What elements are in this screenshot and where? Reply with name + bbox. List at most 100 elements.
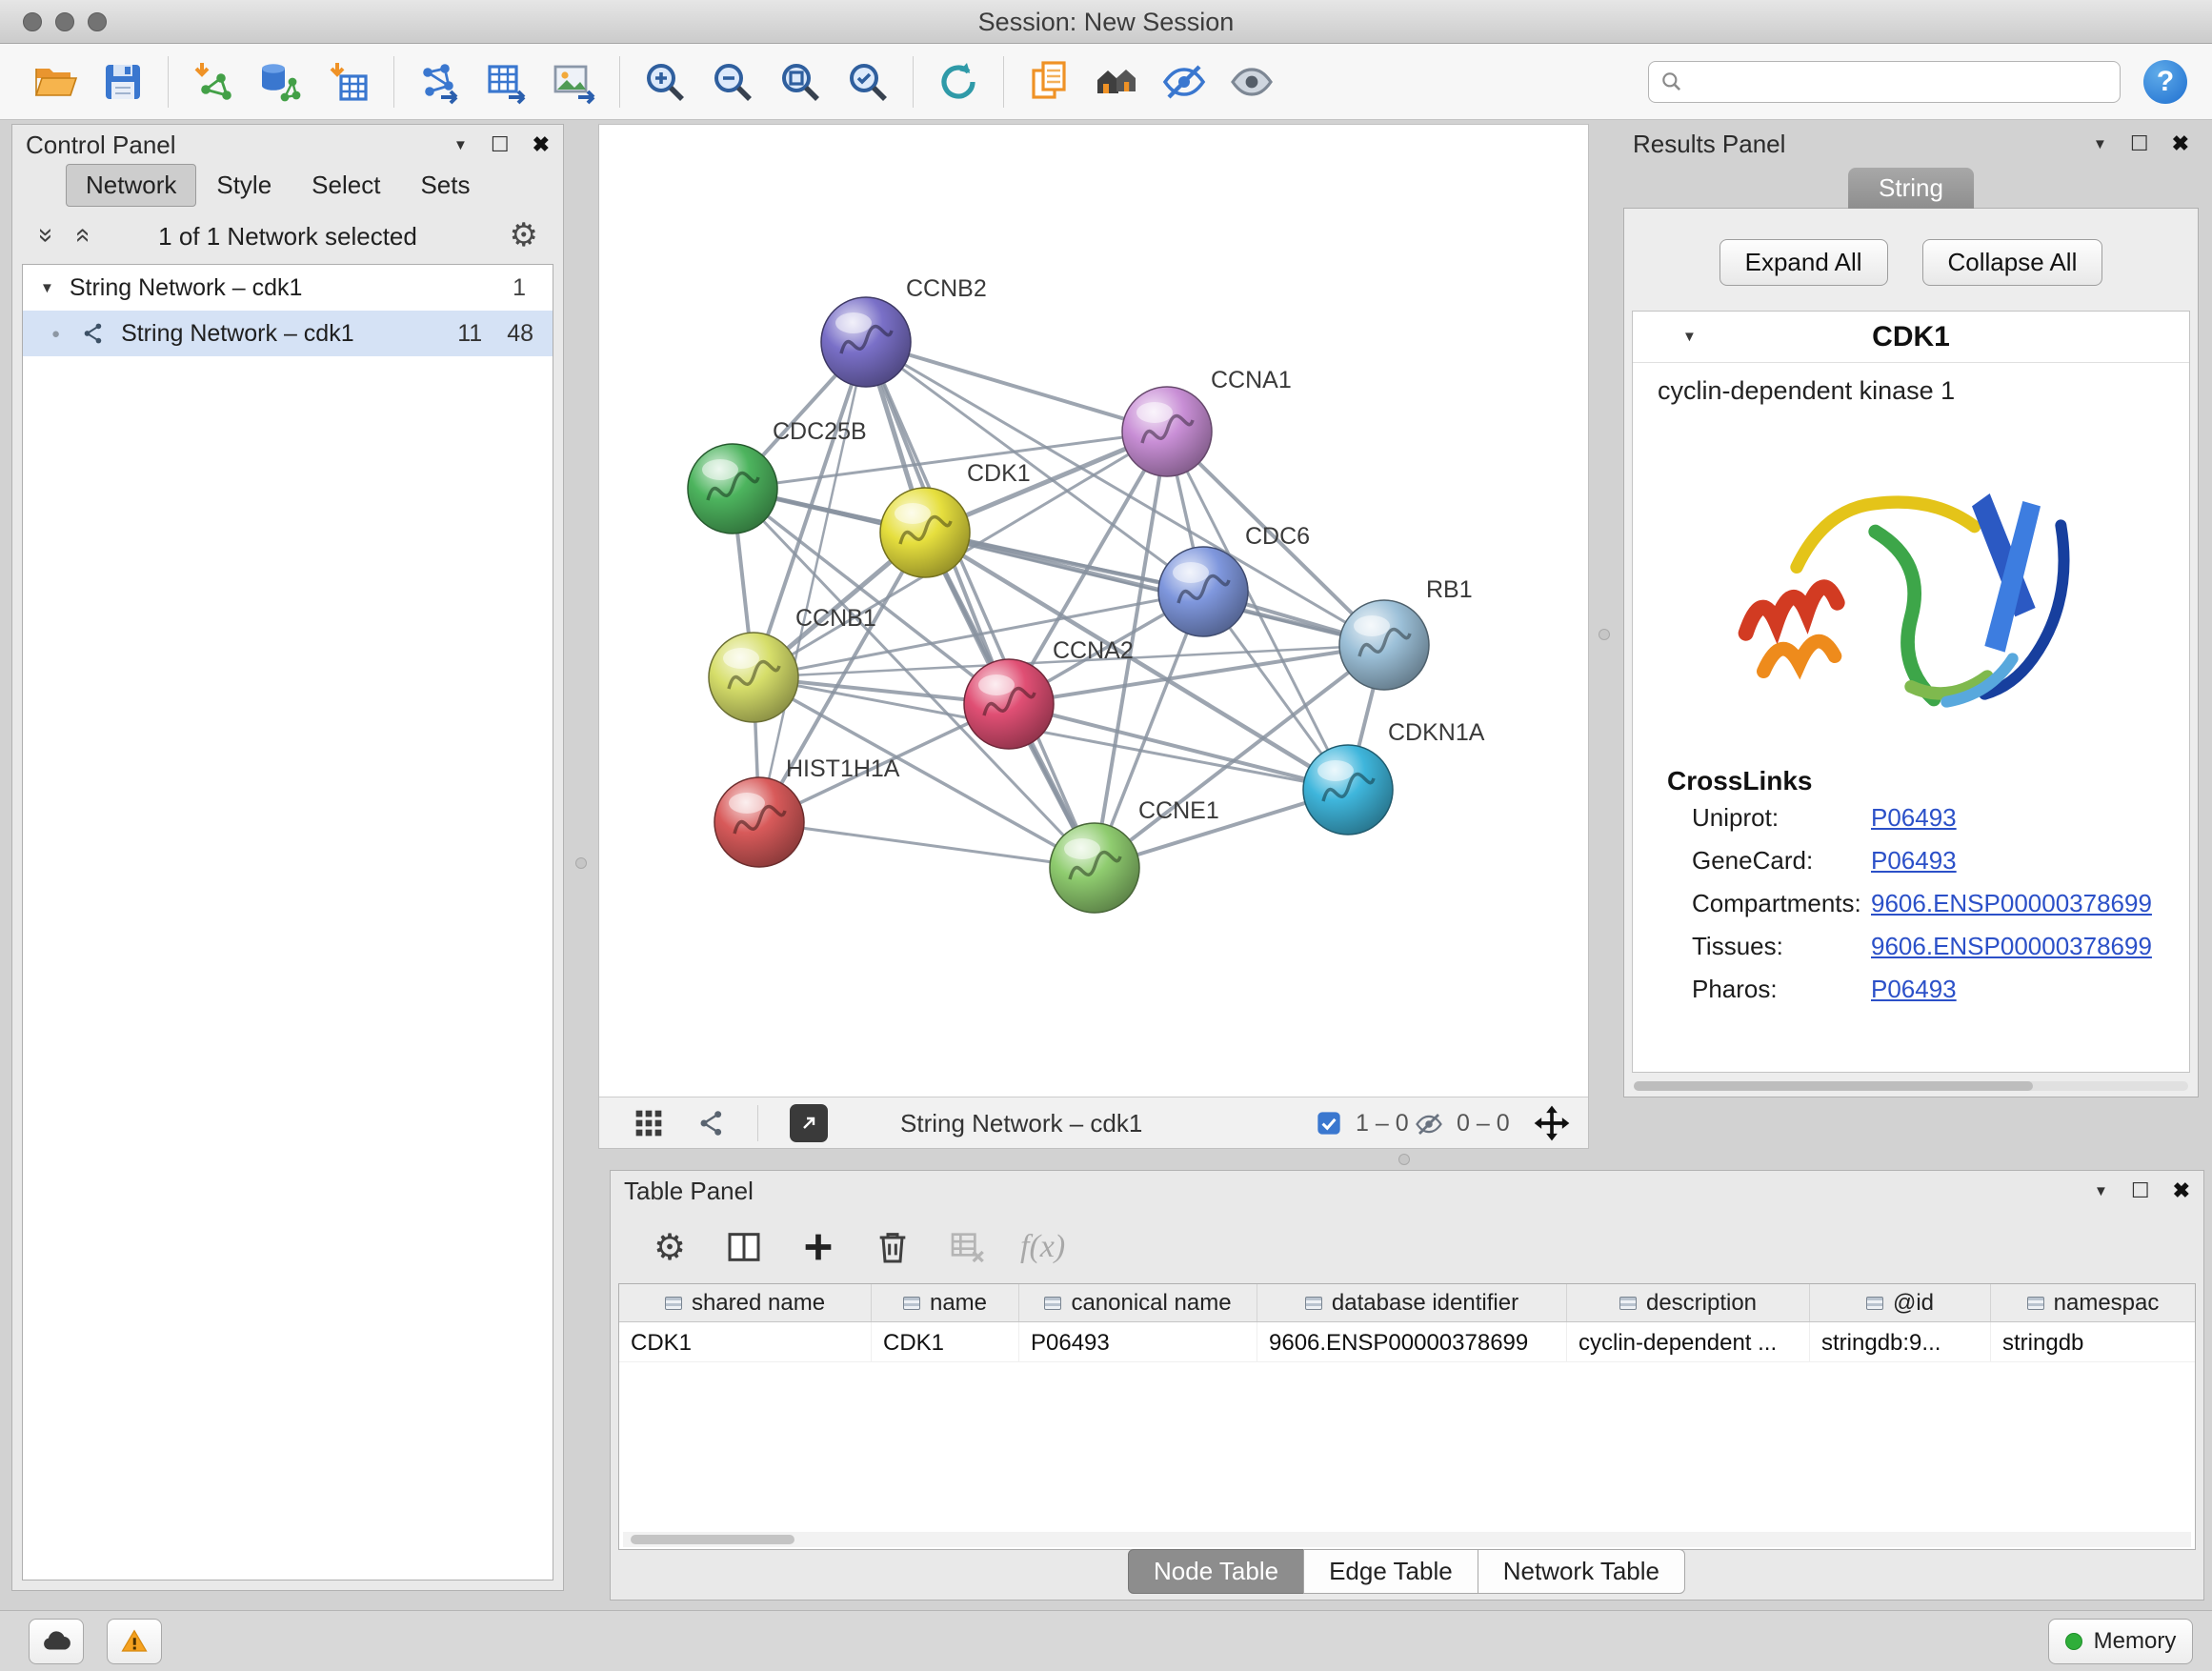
crosslink-link[interactable]: 9606.ENSP00000378699 [1871,889,2152,918]
column-header--id[interactable]: @id [1810,1284,1991,1321]
import-network-from-file-icon[interactable] [191,59,236,105]
tab-select[interactable]: Select [292,164,400,207]
save-session-icon[interactable] [100,59,146,105]
node-label: CDKN1A [1388,719,1485,746]
memory-button[interactable]: Memory [2048,1619,2193,1664]
panel-collapse-icon[interactable]: ▼ [2093,136,2107,152]
clone-network-icon[interactable] [1026,59,1072,105]
network-node-CDK1[interactable]: CDK1 [880,460,1031,577]
delete-column-trash-icon[interactable] [872,1226,914,1268]
import-network-from-database-icon[interactable] [258,59,304,105]
crosslink-link[interactable]: 9606.ENSP00000378699 [1871,932,2152,961]
network-node-CCNA1[interactable]: CCNA1 [1122,367,1292,476]
zoom-out-icon[interactable] [710,59,755,105]
panel-close-icon[interactable]: ✖ [2172,131,2189,156]
right-splitter-handle[interactable] [1599,629,1610,640]
gear-icon[interactable]: ⚙ [510,216,538,254]
bottom-splitter-handle[interactable] [1398,1154,1410,1165]
zoom-in-icon[interactable] [642,59,688,105]
export-view-icon[interactable] [790,1104,828,1142]
network-node-CDKN1A[interactable]: CDKN1A [1303,719,1485,835]
network-canvas[interactable]: CCNB2CCNA1CDC25BCDK1CDC6RB1CCNB1CCNA2CDK… [599,125,1588,1097]
home-icon[interactable] [1094,59,1139,105]
crosslink-link[interactable]: P06493 [1871,975,1957,1004]
tab-network[interactable]: Network [66,164,196,207]
export-network-icon[interactable] [416,59,462,105]
panel-float-icon[interactable]: ☐ [2131,1178,2150,1203]
export-image-icon[interactable] [552,59,597,105]
fit-selected-icon[interactable] [1533,1104,1571,1147]
string-results-box: Expand All Collapse All ▼ CDK1 cyclin-de… [1623,208,2199,1097]
table-row[interactable]: CDK1CDK1P064939606.ENSP00000378699cyclin… [619,1322,2195,1362]
node-label: CCNE1 [1138,797,1219,824]
expand-all-networks-icon[interactable]: » [66,228,96,243]
search-input[interactable] [1648,61,2121,103]
column-header-shared-name[interactable]: shared name [619,1284,872,1321]
network-node-RB1[interactable]: RB1 [1339,576,1473,690]
show-graphics-details-icon[interactable] [1229,59,1275,105]
network-edge[interactable] [866,342,1095,868]
warnings-button[interactable] [107,1619,162,1664]
import-table-from-file-icon[interactable] [326,59,372,105]
panel-float-icon[interactable]: ☐ [2130,131,2149,156]
left-splitter-handle[interactable] [575,857,587,869]
collapse-all-button[interactable]: Collapse All [1922,239,2103,286]
network-node-CCNE1[interactable]: CCNE1 [1050,797,1219,913]
crosslink-label: Pharos: [1692,975,1871,1004]
results-scrollbar[interactable] [1634,1081,2188,1091]
panel-close-icon[interactable]: ✖ [2173,1178,2190,1203]
column-header-name[interactable]: name [872,1284,1019,1321]
column-header-database-identifier[interactable]: database identifier [1257,1284,1567,1321]
network-edge[interactable] [759,822,1095,868]
network-edge[interactable] [866,342,1167,432]
add-column-icon[interactable] [797,1226,839,1268]
crosslink-link[interactable]: P06493 [1871,846,1957,876]
selected-checkbox-icon[interactable] [1316,1110,1342,1141]
crosslink-row: GeneCard:P06493 [1633,839,2189,882]
open-session-icon[interactable] [32,59,78,105]
panel-collapse-icon[interactable]: ▼ [453,137,468,153]
zoom-fit-content-icon[interactable] [777,59,823,105]
birds-eye-view-icon[interactable] [633,1108,664,1143]
disclosure-triangle-icon[interactable]: ▼ [40,280,54,296]
tab-edge-table[interactable]: Edge Table [1303,1549,1478,1594]
table-scrollbar-thumb[interactable] [631,1535,794,1544]
zoom-selected-icon[interactable] [845,59,891,105]
table-settings-gear-icon[interactable]: ⚙ [649,1226,691,1268]
export-table-icon[interactable] [484,59,530,105]
crosslink-link[interactable]: P06493 [1871,803,1957,833]
cloud-button[interactable] [29,1619,84,1664]
show-columns-icon[interactable] [723,1226,765,1268]
expand-all-button[interactable]: Expand All [1719,239,1888,286]
protein-section-header[interactable]: ▼ CDK1 [1633,312,2189,363]
tab-network-table[interactable]: Network Table [1478,1549,1685,1594]
tab-style[interactable]: Style [196,164,292,207]
window-close-button[interactable] [23,12,42,31]
panel-float-icon[interactable]: ☐ [491,132,510,157]
tab-string[interactable]: String [1848,168,1974,209]
refresh-view-icon[interactable] [935,59,981,105]
column-type-icon [903,1297,920,1310]
tab-node-table[interactable]: Node Table [1128,1549,1304,1594]
network-edge[interactable] [1009,704,1348,790]
tab-sets[interactable]: Sets [400,164,490,207]
hide-selected-icon[interactable] [1161,59,1207,105]
network-share-icon[interactable] [696,1108,727,1143]
collapse-all-networks-icon[interactable]: » [31,228,62,243]
network-edge[interactable] [925,533,1384,645]
results-scrollbar-thumb[interactable] [1634,1081,2033,1091]
section-collapse-icon[interactable]: ▼ [1682,312,1697,363]
panel-close-icon[interactable]: ✖ [533,132,550,157]
column-header-canonical-name[interactable]: canonical name [1019,1284,1257,1321]
network-node-HIST1H1A[interactable]: HIST1H1A [714,755,900,867]
panel-collapse-icon[interactable]: ▼ [2094,1183,2108,1199]
window-zoom-button[interactable] [88,12,107,31]
window-minimize-button[interactable] [55,12,74,31]
help-icon[interactable]: ? [2143,60,2187,104]
network-collection-row[interactable]: ▼ String Network – cdk1 1 [23,265,553,311]
hidden-eye-icon[interactable] [1415,1110,1443,1143]
network-row[interactable]: ● String Network – cdk1 11 48 [23,311,553,356]
table-horizontal-scrollbar[interactable] [623,1532,2191,1547]
column-header-namespac[interactable]: namespac [1991,1284,2196,1321]
column-header-description[interactable]: description [1567,1284,1810,1321]
